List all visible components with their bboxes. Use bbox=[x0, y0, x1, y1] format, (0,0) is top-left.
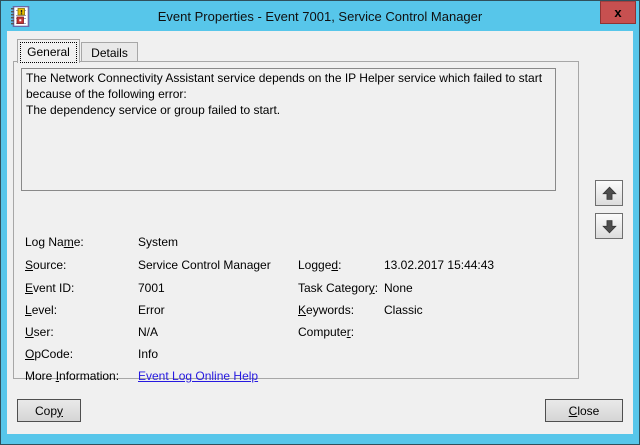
title-bar[interactable]: Event Properties - Event 7001, Service C… bbox=[1, 1, 639, 31]
value-event-id: 7001 bbox=[138, 281, 165, 296]
event-properties-dialog: Event Properties - Event 7001, Service C… bbox=[0, 0, 640, 445]
label-source: Source: bbox=[25, 258, 66, 273]
up-arrow-glyph bbox=[601, 185, 618, 202]
value-source: Service Control Manager bbox=[138, 258, 271, 273]
dialog-title: Event Properties - Event 7001, Service C… bbox=[158, 9, 482, 24]
label-opcode: OpCode: bbox=[25, 347, 73, 362]
move-up-icon[interactable] bbox=[595, 180, 623, 206]
value-opcode: Info bbox=[138, 347, 158, 362]
tab-details[interactable]: Details bbox=[81, 42, 138, 63]
copy-button-label: Copy bbox=[35, 404, 63, 418]
value-logged: 13.02.2017 15:44:43 bbox=[384, 258, 494, 273]
close-button[interactable]: Close bbox=[545, 399, 623, 422]
close-button-label: Close bbox=[569, 404, 600, 418]
label-event-id: Event ID: bbox=[25, 281, 74, 296]
label-logged: Logged: bbox=[298, 258, 341, 273]
label-level: Level: bbox=[25, 303, 57, 318]
label-log-name: Log Name: bbox=[25, 235, 84, 250]
tab-details-label: Details bbox=[91, 46, 128, 60]
label-computer: Computer: bbox=[298, 325, 354, 340]
event-description-box[interactable]: The Network Connectivity Assistant servi… bbox=[21, 68, 556, 191]
down-arrow-glyph bbox=[601, 218, 618, 235]
dialog-client-area: General Details The Network Connectivity… bbox=[7, 31, 633, 434]
value-user: N/A bbox=[138, 325, 158, 340]
event-log-online-help-link[interactable]: Event Log Online Help bbox=[138, 369, 258, 384]
value-log-name: System bbox=[138, 235, 178, 250]
event-description-line2: The dependency service or group failed t… bbox=[26, 102, 551, 118]
value-task-category: None bbox=[384, 281, 413, 296]
value-level: Error bbox=[138, 303, 165, 318]
value-keywords: Classic bbox=[384, 303, 423, 318]
close-icon[interactable]: x bbox=[600, 1, 636, 24]
move-down-icon[interactable] bbox=[595, 213, 623, 239]
label-user: User: bbox=[25, 325, 54, 340]
label-keywords: Keywords: bbox=[298, 303, 354, 318]
event-log-icon bbox=[11, 6, 30, 27]
tab-focus-rect bbox=[20, 42, 77, 63]
label-more-information: More Information: bbox=[25, 369, 119, 384]
tab-general[interactable]: General bbox=[17, 39, 80, 63]
event-description-line1: The Network Connectivity Assistant servi… bbox=[26, 70, 551, 102]
label-task-category: Task Category: bbox=[298, 281, 378, 296]
general-tab-page: The Network Connectivity Assistant servi… bbox=[13, 61, 579, 379]
close-glyph: x bbox=[614, 6, 621, 19]
copy-button[interactable]: Copy bbox=[17, 399, 81, 422]
